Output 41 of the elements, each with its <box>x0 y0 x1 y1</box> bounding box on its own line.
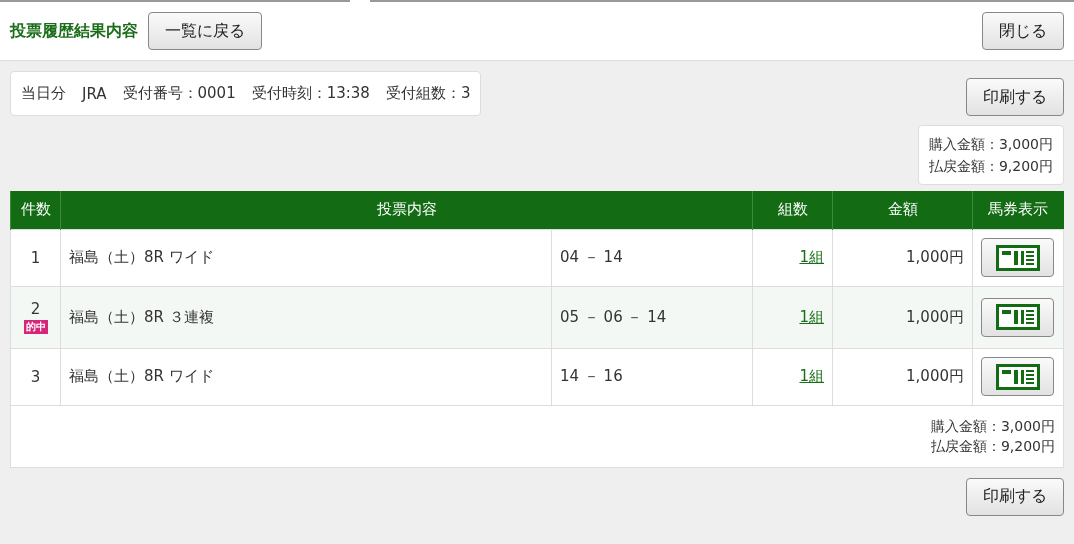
amount-cell: 1,000円 <box>906 248 964 266</box>
close-button[interactable]: 閉じる <box>982 12 1064 50</box>
race-cell: 福島（土）8R ３連複 <box>69 307 214 326</box>
hit-badge: 的中 <box>23 320 48 334</box>
column-header: 組数 <box>752 191 833 229</box>
ticket-icon <box>995 363 1040 390</box>
row-number: 3 <box>30 367 41 386</box>
ticket-view-button[interactable] <box>981 238 1054 277</box>
amount-cell: 1,000円 <box>906 367 964 385</box>
summary-text: 払戻金額：9,200円 <box>928 157 1053 176</box>
print-button[interactable]: 印刷する <box>966 78 1064 116</box>
race-cell: 福島（土）8R ワイド <box>69 367 214 385</box>
horse-numbers-cell: 14 － 16 <box>560 367 623 385</box>
receipt-info-text: 受付組数：3 <box>385 84 471 103</box>
ticket-icon <box>995 244 1040 271</box>
summary-text: 購入金額：3,000円 <box>930 417 1055 436</box>
row-number: 2 <box>30 300 41 318</box>
receipt-info-text: 受付番号：0001 <box>122 84 236 103</box>
column-header: 投票内容 <box>60 191 753 229</box>
column-header: 馬券表示 <box>972 191 1064 229</box>
receipt-info-text: 当日分 <box>21 84 66 103</box>
print-button[interactable]: 印刷する <box>966 477 1064 516</box>
page-title: 投票履歴結果内容 <box>10 20 138 42</box>
ticket-icon <box>995 304 1040 330</box>
combination-link[interactable]: 1組 <box>799 307 824 326</box>
race-cell: 福島（土）8R ワイド <box>69 248 214 266</box>
horse-numbers-cell: 04 － 14 <box>560 248 623 266</box>
row-number: 1 <box>30 248 41 267</box>
receipt-info-text: JRA <box>82 84 107 103</box>
summary-text: 購入金額：3,000円 <box>928 135 1053 154</box>
column-header: 金額 <box>832 191 973 229</box>
combination-link[interactable]: 1組 <box>799 367 824 385</box>
amount-cell: 1,000円 <box>906 307 964 326</box>
ticket-view-button[interactable] <box>981 357 1054 396</box>
receipt-info-text: 受付時刻：13:38 <box>251 84 370 103</box>
summary-text: 払戻金額：9,200円 <box>930 437 1055 456</box>
combination-link[interactable]: 1組 <box>799 248 824 266</box>
back-button[interactable]: 一覧に戻る <box>148 12 262 50</box>
ticket-view-button[interactable] <box>981 297 1054 337</box>
column-header: 件数 <box>10 191 61 229</box>
horse-numbers-cell: 05 － 06 － 14 <box>560 307 667 326</box>
